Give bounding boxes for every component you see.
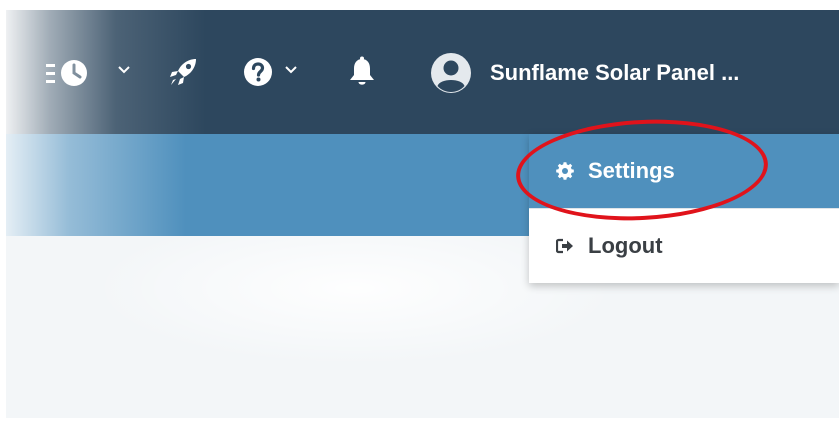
- screen: Sunflame Solar Panel ... Settings Logout: [0, 0, 839, 421]
- rocket-icon[interactable]: [168, 56, 200, 88]
- user-avatar-icon[interactable]: [430, 52, 472, 94]
- logout-icon: [555, 237, 574, 255]
- menu-clock-icon[interactable]: [46, 58, 98, 90]
- menu-item-logout[interactable]: Logout: [529, 208, 839, 282]
- user-name-label[interactable]: Sunflame Solar Panel ...: [490, 56, 739, 90]
- logout-label: Logout: [588, 232, 663, 258]
- menu-item-settings[interactable]: Settings: [529, 134, 839, 208]
- history-dropdown-chevron-icon[interactable]: [118, 65, 130, 75]
- gear-icon: [556, 162, 574, 180]
- settings-label: Settings: [588, 158, 675, 183]
- help-icon[interactable]: [243, 57, 273, 87]
- user-dropdown-menu: Settings Logout: [529, 134, 839, 283]
- help-dropdown-chevron-icon[interactable]: [285, 65, 297, 75]
- bell-icon[interactable]: [347, 56, 377, 88]
